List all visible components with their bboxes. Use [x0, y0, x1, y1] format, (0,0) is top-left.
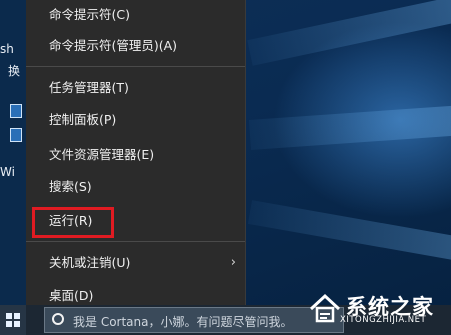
- search-placeholder: 我是 Cortana，小娜。有问题尽管问我。: [73, 315, 293, 329]
- run-highlight-box: [32, 207, 114, 238]
- menu-item-label: 关机或注销(U): [49, 255, 131, 270]
- desktop-icons-column: sh 换 Wi: [0, 0, 26, 305]
- watermark: 系统之家 XITONGZHIJIA.NET: [296, 288, 446, 328]
- menu-item-command-prompt-admin[interactable]: 命令提示符(管理员)(A): [26, 31, 245, 61]
- menu-item-file-explorer[interactable]: 文件资源管理器(E): [26, 140, 245, 170]
- menu-item-search[interactable]: 搜索(S): [26, 172, 245, 202]
- cortana-circle-icon: [52, 313, 64, 325]
- menu-item-task-manager[interactable]: 任务管理器(T): [26, 73, 245, 103]
- watermark-url: XITONGZHIJIA.NET: [340, 315, 427, 325]
- desktop-file-icon[interactable]: [10, 104, 22, 118]
- menu-separator: [26, 66, 245, 67]
- menu-item-shutdown-signout[interactable]: 关机或注销(U) ›: [26, 248, 245, 278]
- winx-context-menu: 命令提示符(C) 命令提示符(管理员)(A) 任务管理器(T) 控制面板(P) …: [26, 0, 246, 318]
- menu-item-command-prompt[interactable]: 命令提示符(C): [26, 0, 245, 30]
- wallpaper-light-beam: [247, 0, 451, 66]
- start-button[interactable]: [0, 305, 26, 335]
- desktop-icon-label[interactable]: 换: [8, 62, 20, 79]
- desktop-icon-label[interactable]: Wi: [0, 165, 15, 179]
- wallpaper-light-beam: [247, 200, 451, 264]
- windows-logo-icon: [6, 313, 20, 327]
- desktop-icon-label[interactable]: sh: [0, 42, 14, 56]
- menu-item-control-panel[interactable]: 控制面板(P): [26, 105, 245, 135]
- watermark-house-logo-icon: [309, 293, 341, 323]
- wallpaper-light-beam: [248, 103, 451, 150]
- chevron-right-icon: ›: [230, 255, 236, 270]
- desktop-file-icon[interactable]: [10, 128, 22, 142]
- menu-separator: [26, 241, 245, 242]
